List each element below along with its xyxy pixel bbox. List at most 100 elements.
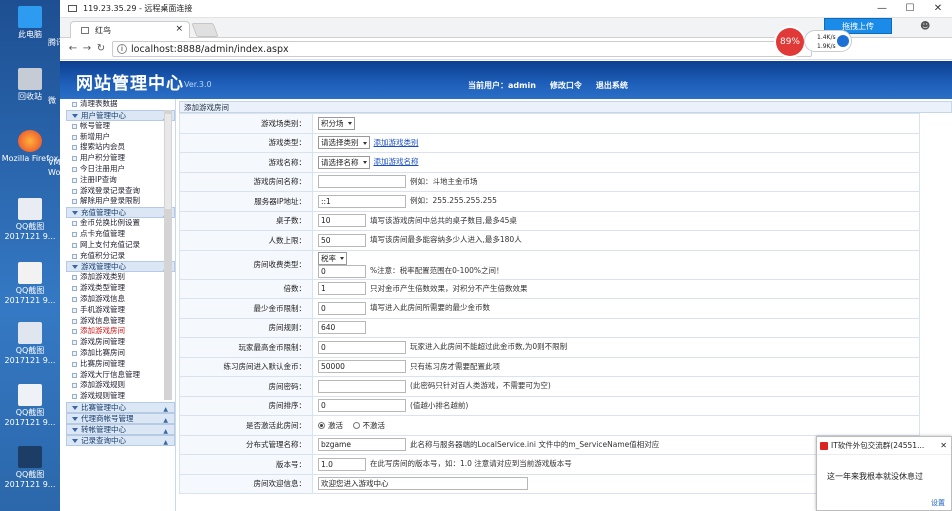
- profile-icon[interactable]: ☻: [920, 21, 930, 32]
- sidebar-item[interactable]: 用户积分管理: [66, 153, 175, 164]
- sidebar-item[interactable]: 添加游戏规则: [66, 380, 175, 391]
- sidebar-item[interactable]: 游戏大厅信息管理: [66, 370, 175, 381]
- memory-usage-badge[interactable]: 89%: [776, 28, 804, 56]
- sidebar-item[interactable]: 充值积分记录: [66, 251, 175, 262]
- form-label: 服务器IP地址：: [179, 191, 313, 212]
- sidebar-section[interactable]: 代理商帐号管理 ▲: [66, 412, 175, 424]
- form-input[interactable]: 50000: [318, 360, 406, 374]
- desktop-icon-this-pc[interactable]: 此电脑: [0, 6, 60, 40]
- form-row: 房间规则： 640: [179, 317, 920, 338]
- reload-icon[interactable]: ↻: [94, 43, 108, 54]
- page-title: 添加游戏房间: [179, 101, 952, 113]
- sidebar-item-label: 游戏信息管理: [80, 315, 125, 325]
- desktop-icon-qq-screenshot[interactable]: QQ截图 2017121 9...: [0, 262, 60, 306]
- sidebar-item[interactable]: 金币兑换比例设置: [66, 218, 175, 229]
- browser-tab[interactable]: 红鸟 ×: [70, 21, 190, 38]
- back-icon[interactable]: ←: [66, 43, 80, 54]
- close-button[interactable]: ✕: [924, 3, 952, 14]
- minimize-button[interactable]: —: [868, 3, 896, 14]
- form-input[interactable]: bzgame: [318, 438, 406, 452]
- sidebar-item[interactable]: 网上支付充值记录: [66, 240, 175, 251]
- bullet-icon: [72, 242, 77, 248]
- form-input[interactable]: 50: [318, 233, 366, 247]
- sidebar-item[interactable]: 注册IP查询: [66, 175, 175, 186]
- desktop-icon-qq-screenshot[interactable]: QQ截图 2017121 9...: [0, 446, 60, 490]
- sidebar-item[interactable]: 手机游戏管理: [66, 305, 175, 316]
- desktop-icon-label: QQ截图 2017121 9...: [4, 222, 56, 241]
- form-link[interactable]: 添加游戏类别: [374, 138, 419, 147]
- scrollbar-thumb[interactable]: [165, 114, 171, 209]
- desktop-icon-qq-screenshot[interactable]: QQ截图 2017121 9...: [0, 384, 60, 428]
- maximize-button[interactable]: ☐: [896, 3, 924, 14]
- tab-close-button[interactable]: ×: [175, 24, 183, 34]
- sidebar-section[interactable]: 记录查询中心 ▲: [66, 434, 175, 448]
- sidebar-item[interactable]: 帐号管理: [66, 121, 175, 132]
- form-input[interactable]: 0: [318, 264, 366, 278]
- sidebar-item[interactable]: 添加比赛房间: [66, 348, 175, 359]
- sidebar-item[interactable]: 游戏类型管理: [66, 283, 175, 294]
- change-password-link[interactable]: 修改口令: [550, 80, 582, 91]
- sidebar-item[interactable]: 新增用户: [66, 132, 175, 143]
- forward-icon[interactable]: →: [80, 43, 94, 54]
- form-value-cell: 10 填写该游戏房间中总共的桌子数目,最多45桌: [312, 210, 920, 231]
- sidebar-item[interactable]: 添加游戏信息: [66, 294, 175, 305]
- sidebar-item[interactable]: 比赛房间管理: [66, 359, 175, 370]
- popup-header: IT软件外包交流群(24551... ✕: [817, 437, 951, 455]
- form-input[interactable]: 0: [318, 340, 406, 354]
- form-input[interactable]: 0: [318, 301, 366, 315]
- sidebar-scrollbar[interactable]: [164, 110, 172, 400]
- form-link[interactable]: 添加游戏名称: [374, 157, 419, 166]
- sidebar-item[interactable]: 游戏规则管理: [66, 391, 175, 402]
- popup-message[interactable]: 这一年来我根本就没休息过: [817, 455, 951, 482]
- sidebar-item[interactable]: 游戏房间管理: [66, 337, 175, 348]
- sidebar-item-label: 网上支付充值记录: [80, 239, 140, 249]
- sidebar-item-label: 游戏类型管理: [80, 283, 125, 293]
- sidebar-item[interactable]: 添加游戏类别: [66, 272, 175, 283]
- popup-close-button[interactable]: ✕: [940, 437, 947, 455]
- form-hint: 填写进入此房间所需要的最少金币数: [370, 303, 490, 313]
- form-select[interactable]: 税率: [318, 251, 347, 265]
- sidebar-item[interactable]: 游戏信息管理: [66, 316, 175, 327]
- logout-link[interactable]: 退出系统: [596, 80, 628, 91]
- sidebar-item[interactable]: 今日注册用户: [66, 164, 175, 175]
- sidebar-item[interactable]: 解除用户登录限制: [66, 196, 175, 207]
- desktop-icon-qq-screenshot[interactable]: QQ截图 2017121 9...: [0, 198, 60, 242]
- form-select[interactable]: 积分场: [318, 116, 355, 130]
- popup-settings-link[interactable]: 设置: [931, 498, 945, 508]
- form-input[interactable]: 1: [318, 282, 366, 296]
- radio-unchecked-icon[interactable]: [352, 422, 360, 430]
- radio-checked-icon[interactable]: [318, 422, 325, 430]
- form-select[interactable]: 请选择类别: [318, 136, 370, 150]
- form-row: 最少金币限制： 0 填写进入此房间所需要的最少金币数: [179, 298, 920, 319]
- form-row: 服务器IP地址：::1 例如：255.255.255.255: [179, 191, 920, 212]
- sidebar-item[interactable]: 添加游戏房间: [66, 326, 175, 337]
- form-input[interactable]: 欢迎您进入游戏中心: [318, 477, 528, 491]
- form-input[interactable]: ::1: [318, 194, 406, 208]
- url-input[interactable]: i localhost:8888/admin/index.aspx: [112, 40, 812, 57]
- new-tab-button[interactable]: [191, 23, 219, 37]
- form-input[interactable]: [318, 379, 406, 393]
- sidebar-section[interactable]: 转帐管理中心 ▲: [66, 423, 175, 435]
- form-select[interactable]: 请选择名称: [318, 155, 370, 169]
- sidebar-section[interactable]: 充值管理中心▲: [66, 207, 175, 219]
- version-label: Ver.3.0: [184, 80, 212, 89]
- form-input[interactable]: 10: [318, 214, 366, 228]
- form-input[interactable]: 1.0: [318, 457, 366, 471]
- form-label: 房间规则：: [179, 317, 313, 338]
- sidebar-item[interactable]: 搜索站内会员: [66, 142, 175, 153]
- sidebar-section[interactable]: 用户管理中心▲: [66, 109, 175, 121]
- sidebar-item[interactable]: 点卡充值管理: [66, 229, 175, 240]
- form-input[interactable]: 0: [318, 399, 406, 413]
- bullet-icon: [72, 188, 77, 194]
- form-input[interactable]: [318, 175, 406, 189]
- form-label: 游戏场类别：: [179, 113, 313, 134]
- collapse-icon[interactable]: ▲: [163, 438, 168, 448]
- form-input[interactable]: 640: [318, 321, 366, 335]
- sidebar-item-label: 新增用户: [80, 131, 110, 141]
- sidebar-section[interactable]: 比赛管理中心 ▲: [66, 401, 175, 413]
- sidebar-section-title: 代理商帐号管理: [81, 413, 134, 423]
- sidebar-section[interactable]: 游戏管理中心▲: [66, 261, 175, 273]
- sidebar-item[interactable]: 游戏登录记录查询: [66, 186, 175, 197]
- desktop-icon-qq-screenshot[interactable]: QQ截图 2017121 9...: [0, 322, 60, 366]
- sidebar-item[interactable]: 清理表数据: [66, 99, 175, 110]
